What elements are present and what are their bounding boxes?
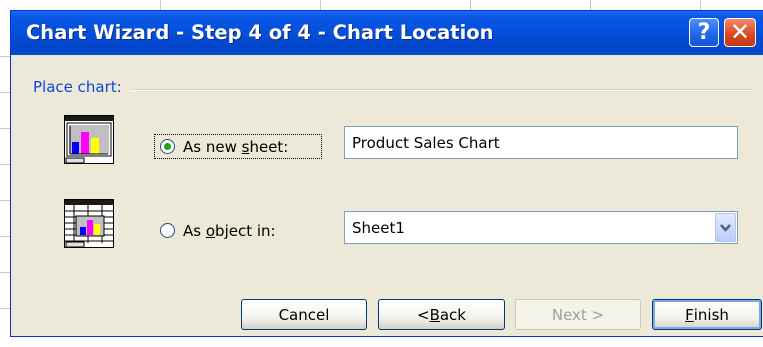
bar-blue xyxy=(72,142,79,154)
new-sheet-chart-icon xyxy=(64,115,114,164)
bar-magenta xyxy=(81,132,89,154)
new-sheet-label[interactable]: As new sheet: xyxy=(183,138,288,156)
dropdown-button[interactable] xyxy=(715,213,736,242)
object-in-select[interactable]: Sheet1 xyxy=(344,211,738,244)
radio-selected-dot xyxy=(164,143,171,150)
new-sheet-name-input[interactable] xyxy=(345,127,737,158)
object-in-selected-value: Sheet1 xyxy=(352,219,405,237)
help-button[interactable]: ? xyxy=(689,18,719,47)
cancel-button[interactable]: Cancel xyxy=(241,299,367,330)
bar-yellow xyxy=(94,224,100,235)
bar-yellow xyxy=(91,138,99,154)
finish-button[interactable]: Finish xyxy=(652,299,762,330)
embedded-chart-icon xyxy=(64,199,114,248)
next-button[interactable]: Next > xyxy=(515,299,641,330)
help-icon: ? xyxy=(697,20,711,45)
chart-wizard-dialog: Chart Wizard - Step 4 of 4 - Chart Locat… xyxy=(10,10,763,337)
title-bar[interactable]: Chart Wizard - Step 4 of 4 - Chart Locat… xyxy=(11,11,763,55)
place-chart-label: Place chart: xyxy=(33,78,122,96)
group-divider xyxy=(133,89,753,91)
close-icon: ✕ xyxy=(729,18,751,46)
object-in-label[interactable]: As object in: xyxy=(183,222,276,240)
chevron-down-icon xyxy=(720,224,731,232)
new-sheet-name-field[interactable] xyxy=(344,126,738,159)
bar-blue xyxy=(80,227,86,235)
dialog-title: Chart Wizard - Step 4 of 4 - Chart Locat… xyxy=(26,21,494,44)
object-in-radio[interactable] xyxy=(160,223,175,238)
bar-magenta xyxy=(87,220,93,235)
new-sheet-radio[interactable] xyxy=(160,139,175,154)
back-button[interactable]: < Back xyxy=(378,299,505,330)
close-button[interactable]: ✕ xyxy=(724,18,756,47)
